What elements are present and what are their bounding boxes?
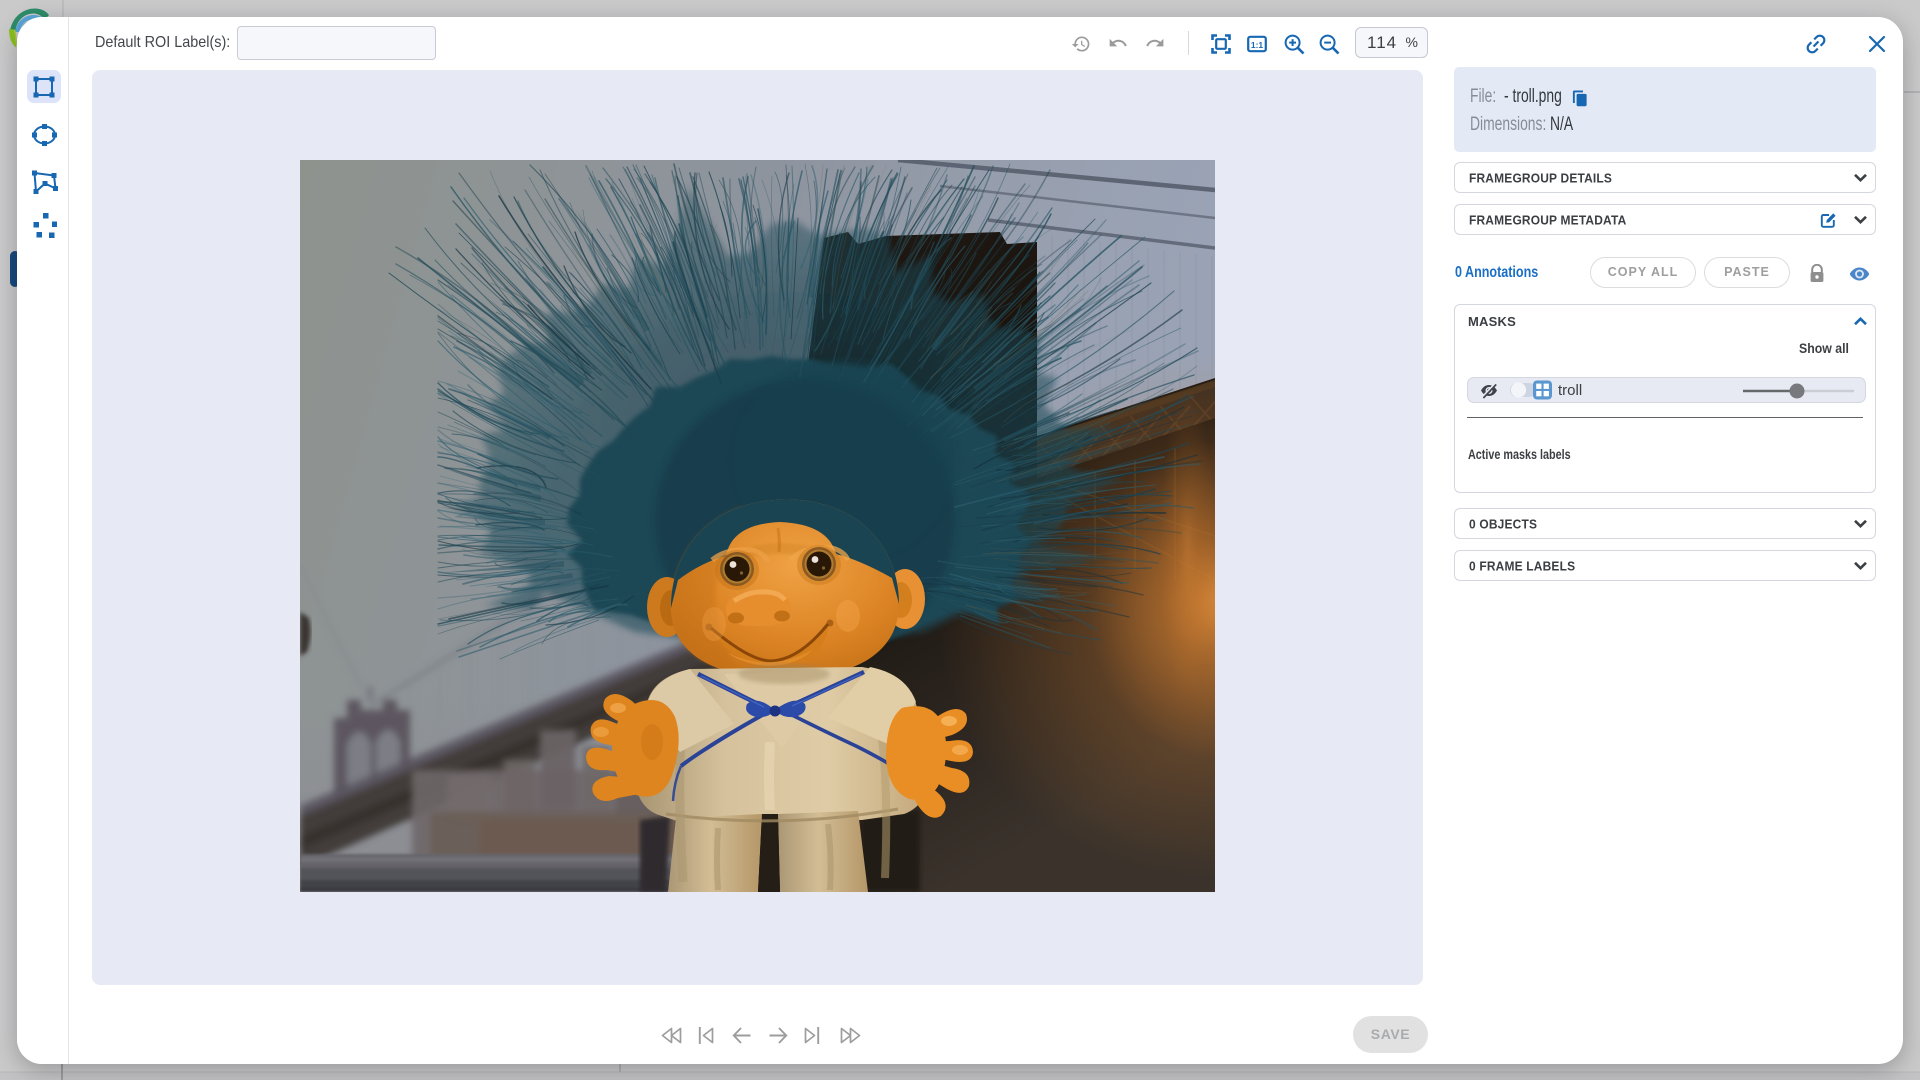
- svg-text:1:1: 1:1: [1251, 40, 1264, 50]
